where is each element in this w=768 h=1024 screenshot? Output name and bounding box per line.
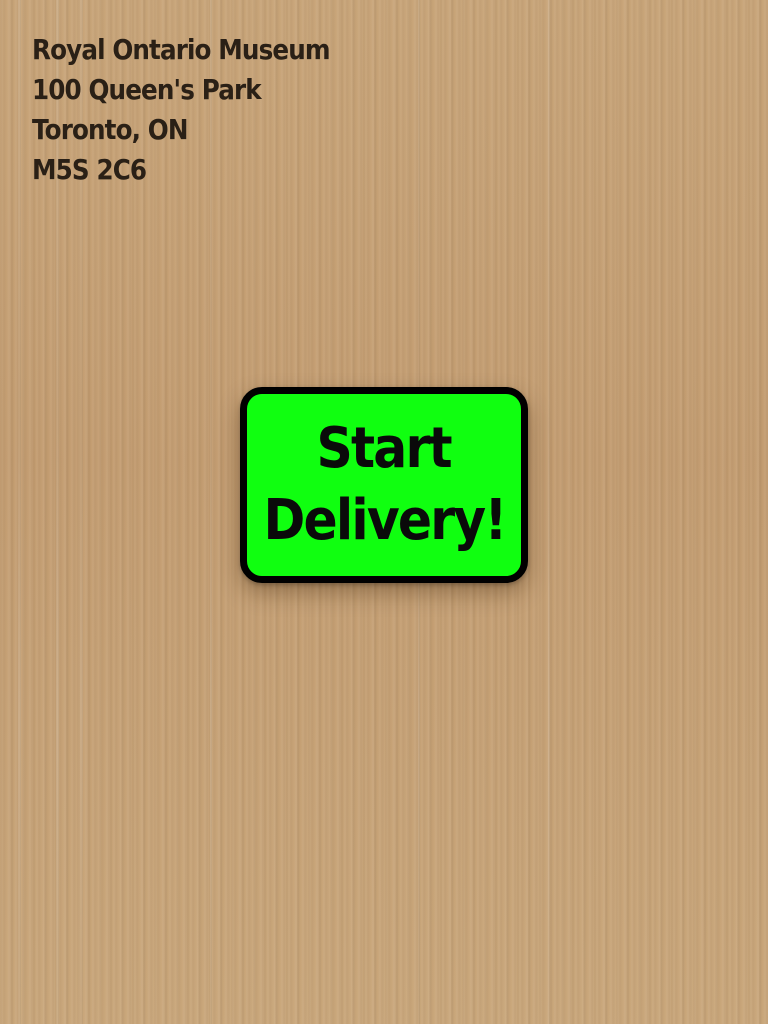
address-line-city: Toronto, ON <box>32 113 189 146</box>
cardboard-crease <box>18 0 21 1024</box>
start-delivery-label-line1: Start <box>316 416 453 481</box>
cardboard-crease <box>548 0 550 1024</box>
address-line-postal-code: M5S 2C6 <box>32 153 147 186</box>
address-line-street: 100 Queen's Park <box>32 73 262 106</box>
start-delivery-label-line2: Delivery! <box>262 488 507 553</box>
start-delivery-button[interactable]: Start Delivery! <box>240 387 528 583</box>
address-line-name: Royal Ontario Museum <box>32 33 331 66</box>
delivery-address: Royal Ontario Museum 100 Queen's Park To… <box>32 30 331 190</box>
